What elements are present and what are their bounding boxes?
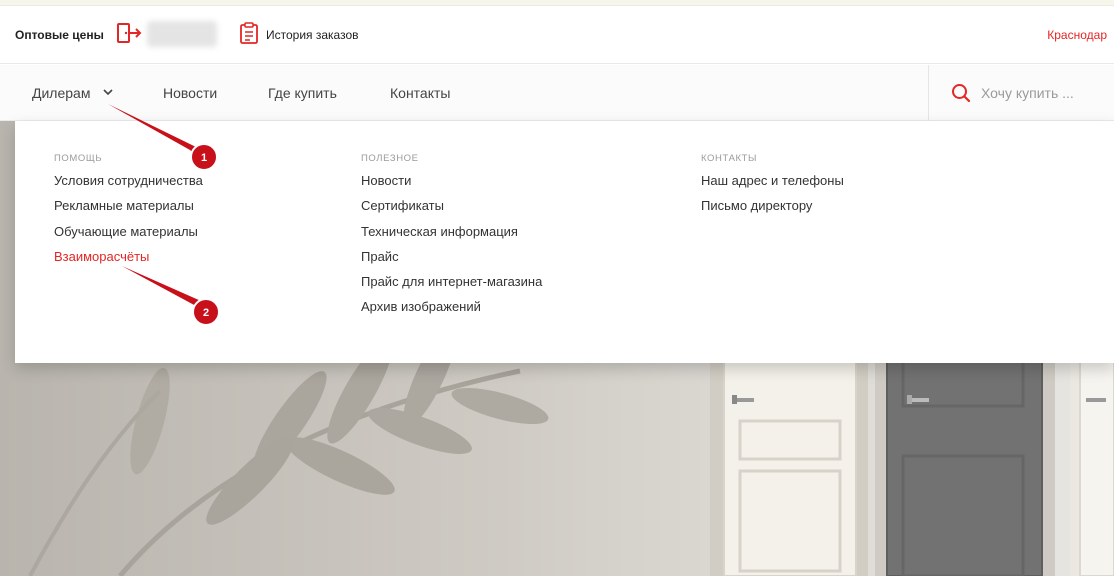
search-box — [928, 65, 1114, 121]
user-name-blurred[interactable] — [147, 21, 217, 47]
top-bar: Оптовые цены История заказов Краснодар — [0, 6, 1114, 64]
menu-link-image-archive[interactable]: Архив изображений — [361, 298, 542, 323]
menu-link-letter-to-director[interactable]: Письмо директору — [701, 197, 844, 222]
contacts-column: КОНТАКТЫ Наш адрес и телефоны Письмо дир… — [701, 153, 844, 223]
menu-link-technical-info[interactable]: Техническая информация — [361, 223, 542, 248]
menu-link-news[interactable]: Новости — [361, 172, 542, 197]
menu-link-certificates[interactable]: Сертификаты — [361, 197, 542, 222]
order-history-link[interactable]: История заказов — [266, 28, 359, 42]
nav-item-news[interactable]: Новости — [163, 85, 217, 101]
chevron-down-icon[interactable] — [101, 85, 115, 99]
dealers-dropdown-menu: ПОМОЩЬ Условия сотрудничества Рекламные … — [15, 121, 1114, 363]
wholesale-prices-label: Оптовые цены — [15, 28, 104, 42]
clipboard-icon[interactable] — [238, 21, 260, 45]
bottom-strip — [0, 576, 1114, 581]
menu-link-ecommerce-price[interactable]: Прайс для интернет-магазина — [361, 273, 542, 298]
help-column: ПОМОЩЬ Условия сотрудничества Рекламные … — [54, 153, 203, 273]
search-icon[interactable] — [951, 83, 971, 103]
menu-link-address-phones[interactable]: Наш адрес и телефоны — [701, 172, 844, 197]
column-title: КОНТАКТЫ — [701, 153, 758, 164]
search-input[interactable] — [981, 82, 1109, 104]
nav-item-dealers[interactable]: Дилерам — [32, 85, 90, 101]
grey-door-image — [875, 361, 1055, 576]
menu-link-cooperation-terms[interactable]: Условия сотрудничества — [54, 172, 203, 197]
partial-door-image — [1070, 361, 1114, 576]
logout-icon[interactable] — [116, 22, 142, 44]
city-selector[interactable]: Краснодар — [1047, 28, 1107, 42]
nav-item-where-to-buy[interactable]: Где купить — [268, 85, 337, 101]
nav-item-contacts[interactable]: Контакты — [390, 85, 450, 101]
menu-link-settlements[interactable]: Взаиморасчёты — [54, 248, 203, 273]
column-title: ПОМОЩЬ — [54, 153, 103, 164]
menu-link-training-materials[interactable]: Обучающие материалы — [54, 223, 203, 248]
main-nav: Дилерам Новости Где купить Контакты — [0, 65, 1114, 121]
menu-link-price[interactable]: Прайс — [361, 248, 542, 273]
white-door-image — [710, 361, 868, 576]
column-title: ПОЛЕЗНОЕ — [361, 153, 419, 164]
menu-link-promo-materials[interactable]: Рекламные материалы — [54, 197, 203, 222]
useful-column: ПОЛЕЗНОЕ Новости Сертификаты Техническая… — [361, 153, 542, 324]
